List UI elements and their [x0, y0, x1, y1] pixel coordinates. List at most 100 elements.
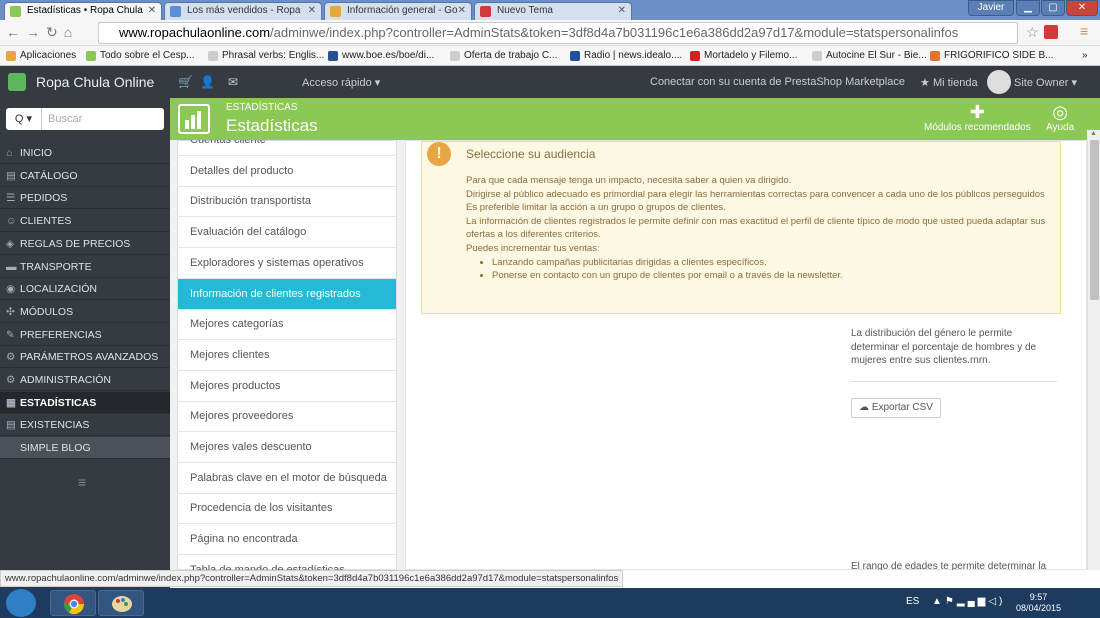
- bookmark-item[interactable]: www.boe.es/boe/di...: [328, 46, 434, 65]
- url-input[interactable]: www.ropachulaonline.com/adminwe/index.ph…: [98, 22, 1018, 44]
- stats-module-item[interactable]: Evaluación del catálogo: [178, 217, 396, 249]
- browser-tab-informacion[interactable]: Información general - Go ✕: [324, 2, 472, 20]
- browser-tab-mas-vendidos[interactable]: Los más vendidos - Ropa ✕: [164, 2, 322, 20]
- bookmark-item[interactable]: Autocine El Sur - Bie...: [812, 46, 927, 65]
- sidebar-item[interactable]: ▬ TRANSPORTE: [0, 256, 170, 278]
- scroll-up-icon[interactable]: ▲: [1087, 130, 1100, 140]
- sidebar-item[interactable]: ☺ CLIENTES: [0, 210, 170, 233]
- volume-icon[interactable]: ◁): [988, 596, 1005, 607]
- sidebar-item[interactable]: ✎ PREFERENCIAS: [0, 324, 170, 346]
- stats-module-item[interactable]: Página no encontrada: [178, 524, 396, 556]
- chrome-taskbar-icon[interactable]: [50, 590, 96, 616]
- stats-module-item[interactable]: Mejores proveedores: [178, 401, 396, 433]
- help-button[interactable]: ◎ Ayuda: [1046, 102, 1074, 133]
- stats-module-item[interactable]: Procedencia de los visitantes: [178, 493, 396, 525]
- extension-icon[interactable]: [1044, 25, 1058, 39]
- stats-module-item[interactable]: Exploradores y sistemas operativos: [178, 248, 396, 279]
- forward-icon[interactable]: →: [26, 24, 46, 40]
- close-icon[interactable]: ✕: [308, 3, 316, 19]
- stats-module-item[interactable]: Palabras clave en el motor de búsqueda: [178, 463, 396, 494]
- clock[interactable]: 9:57 08/04/2015: [1016, 592, 1061, 614]
- sidebar-item[interactable]: ⚙ ADMINISTRACIÓN: [0, 369, 170, 391]
- user-icon[interactable]: 👤: [200, 75, 215, 89]
- scrollbar-thumb[interactable]: [1090, 140, 1099, 300]
- alert-paragraph: Para que cada mensaje tenga un impacto, …: [466, 175, 792, 186]
- stats-module-item[interactable]: Detalles del producto: [178, 156, 396, 187]
- flag-icon[interactable]: ⚑: [945, 596, 957, 607]
- sidebar-item-icon: ✣: [6, 305, 15, 318]
- avatar[interactable]: [987, 70, 1011, 94]
- minimize-icon[interactable]: ▁: [1016, 0, 1040, 16]
- quick-access-dropdown[interactable]: Acceso rápido ▾: [302, 76, 380, 89]
- sidebar-item-icon: ⚙: [6, 351, 16, 364]
- envelope-icon[interactable]: ✉: [228, 75, 238, 89]
- close-icon[interactable]: ✕: [458, 3, 466, 19]
- sidebar-item[interactable]: ◉ LOCALIZACIÓN: [0, 278, 170, 301]
- sidebar-item[interactable]: ▦ ESTADÍSTICAS: [0, 391, 170, 414]
- stats-module-item[interactable]: Mejores vales descuento: [178, 432, 396, 463]
- sidebar-item-label: CLIENTES: [20, 215, 72, 228]
- sidebar-item[interactable]: ▤ EXISTENCIAS: [0, 414, 170, 437]
- home-icon[interactable]: ⌂: [64, 24, 78, 40]
- sidebar-item-label: PEDIDOS: [20, 192, 68, 205]
- maximize-icon[interactable]: ▢: [1041, 0, 1065, 16]
- stats-module-item[interactable]: Tabla de mando de estadísticas: [178, 555, 396, 570]
- alert-paragraph: Es preferible limitar la acción a un gru…: [466, 202, 726, 214]
- stats-module-item[interactable]: Mejores clientes: [178, 340, 396, 371]
- tray-arrow-icon[interactable]: ▲: [932, 596, 945, 607]
- stats-module-item[interactable]: Mejores categorías: [178, 309, 396, 341]
- sidebar-item[interactable]: ⚙ PARÁMETROS AVANZADOS: [0, 346, 170, 369]
- sidebar-item[interactable]: ⌂ INICIO: [0, 142, 170, 164]
- start-button-icon[interactable]: [6, 589, 36, 617]
- close-icon[interactable]: ✕: [148, 3, 156, 19]
- bookmark-item[interactable]: Aplicaciones: [6, 46, 76, 65]
- sidebar-item[interactable]: ☰ PEDIDOS: [0, 187, 170, 210]
- bookmark-item[interactable]: Todo sobre el Cesp...: [86, 46, 195, 65]
- alert-list-item: Lanzando campañas publicitarias dirigida…: [492, 256, 1056, 270]
- marketplace-connect-link[interactable]: Conectar con su cuenta de PrestaShop Mar…: [650, 76, 905, 88]
- export-csv-button[interactable]: ☁ Exportar CSV: [851, 398, 941, 418]
- bookmark-favicon-icon: [570, 51, 580, 61]
- bookmark-item[interactable]: FRIGORIFICO SIDE B...: [930, 46, 1053, 65]
- sidebar-item-label: MÓDULOS: [20, 305, 74, 318]
- collapse-icon[interactable]: ≡: [78, 474, 86, 490]
- menu-icon[interactable]: ≡: [1080, 23, 1088, 39]
- sidebar-item[interactable]: SIMPLE BLOG: [0, 437, 170, 460]
- owner-dropdown[interactable]: Site Owner ▾: [1014, 76, 1077, 89]
- stats-module-item[interactable]: Información de clientes registrados: [178, 278, 396, 310]
- address-bar: ←→↻⌂ www.ropachulaonline.com/adminwe/ind…: [0, 20, 1100, 46]
- bookmark-item[interactable]: Phrasal verbs: Englis...: [208, 46, 324, 65]
- browser-tab-nuevo-tema[interactable]: Nuevo Tema ✕: [474, 2, 632, 20]
- stats-module-item[interactable]: Cuentas cliente: [178, 140, 396, 156]
- sidebar-item[interactable]: ◈ REGLAS DE PRECIOS: [0, 233, 170, 255]
- bookmark-item[interactable]: Radio | news.idealo....: [570, 46, 682, 65]
- star-icon[interactable]: ☆: [1026, 24, 1039, 41]
- shop-name[interactable]: Ropa Chula Online: [36, 74, 154, 90]
- recommended-modules-button[interactable]: ✚ Módulos recomendados: [924, 102, 1031, 133]
- prestashop-logo-icon[interactable]: [8, 73, 26, 91]
- window-close-icon[interactable]: ✕: [1066, 0, 1098, 16]
- network-icon[interactable]: ▂▄▆: [957, 596, 988, 607]
- stats-module-item[interactable]: Distribución transportista: [178, 186, 396, 218]
- bookmark-item[interactable]: Oferta de trabajo C...: [450, 46, 557, 65]
- bookmark-item[interactable]: Mortadelo y Filemo...: [690, 46, 797, 65]
- my-shop-link[interactable]: ★ Mi tienda: [920, 76, 978, 89]
- tab-title: Nuevo Tema: [497, 5, 553, 16]
- reload-icon[interactable]: ↻: [46, 24, 64, 40]
- language-indicator[interactable]: ES: [906, 596, 919, 607]
- paint-taskbar-icon[interactable]: [98, 590, 144, 616]
- vertical-scrollbar[interactable]: [1087, 140, 1100, 570]
- stats-module-item[interactable]: Mejores productos: [178, 371, 396, 402]
- sidebar-item-label: REGLAS DE PRECIOS: [20, 237, 131, 250]
- breadcrumb[interactable]: ESTADÍSTICAS: [226, 102, 298, 113]
- search-input[interactable]: Buscar: [48, 108, 82, 130]
- sidebar-item-icon: ▬: [6, 260, 17, 273]
- more-bookmarks-icon[interactable]: »: [1082, 46, 1088, 65]
- close-icon[interactable]: ✕: [618, 3, 626, 19]
- sidebar-item[interactable]: ✣ MÓDULOS: [0, 301, 170, 323]
- browser-tab-estadisticas[interactable]: Estadísticas • Ropa Chula ✕: [4, 2, 162, 20]
- sidebar-item[interactable]: ▤ CATÁLOGO: [0, 165, 170, 187]
- search-type-button[interactable]: Q ▾: [6, 108, 42, 130]
- cart-icon[interactable]: 🛒: [178, 75, 193, 89]
- back-icon[interactable]: ←: [6, 24, 26, 40]
